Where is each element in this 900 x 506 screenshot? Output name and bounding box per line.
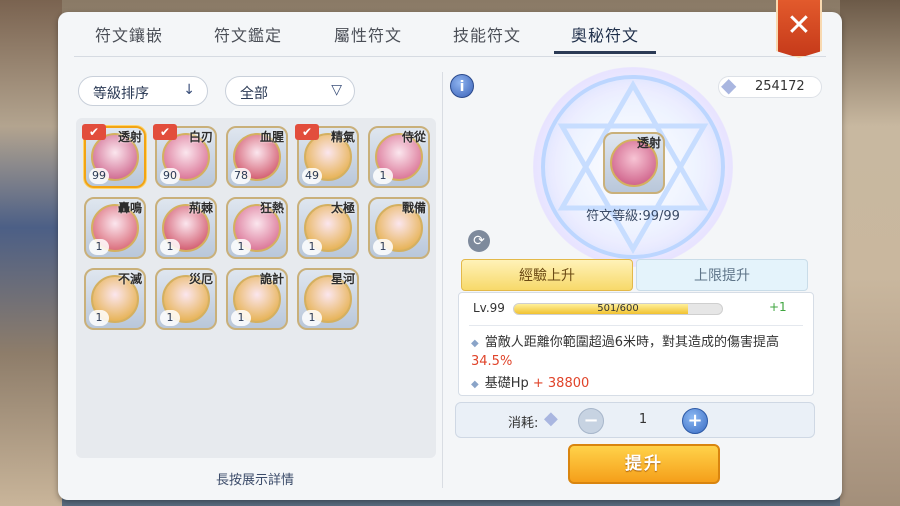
rune-name: 狂熱 <box>259 201 284 215</box>
background-scenery-left <box>0 0 62 506</box>
cost-label: 消耗: <box>508 416 539 431</box>
category-dropdown[interactable]: 全部 ▽ <box>225 76 355 106</box>
currency-display: ◆ 254172 <box>718 73 822 98</box>
rune-grid: 透射 99 ✔ 白刃 90 ✔ 血腥 78 精氣 49 ✔ 侍從 1 轟鳴 1 荊棘 1 狂熱 1 太極 1 戰備 1 不滅 1… <box>76 118 436 458</box>
effect-description: ◆ 當敵人距離你範圍超過6米時，對其造成的傷害提高 34.5% <box>471 334 807 371</box>
rune-slot[interactable]: 精氣 49 ✔ <box>295 124 359 188</box>
rune-detail-box: Lv.99 501/600 +1 ◆ 當敵人距離你範圍超過6米時，對其造成的傷害提… <box>458 292 814 396</box>
tab-cap-up[interactable]: 上限提升 <box>636 259 808 291</box>
sort-label: 等級排序 <box>93 86 149 102</box>
effect-value: 34.5% <box>471 354 513 369</box>
rune-slot[interactable]: 不滅 1 <box>84 268 146 330</box>
rune-slot[interactable]: 狂熱 1 <box>226 197 288 259</box>
rune-slot[interactable]: 詭計 1 <box>226 268 288 330</box>
arrow-down-icon: ↓ <box>183 82 195 98</box>
increase-button[interactable]: + <box>682 408 708 434</box>
rune-slot[interactable]: 荊棘 1 <box>155 197 217 259</box>
rune-level: 1 <box>373 168 393 184</box>
exp-progress-bar: 501/600 <box>513 303 723 315</box>
crystal-icon: ◆ <box>544 408 558 429</box>
close-button[interactable]: ✕ <box>776 0 822 58</box>
tab-attribute-rune[interactable]: 屬性符文 <box>313 22 423 50</box>
chevron-down-icon: ▽ <box>331 82 342 98</box>
hp-label: 基礎Hp <box>484 376 529 391</box>
rune-name: 災厄 <box>188 272 213 286</box>
rune-slot[interactable]: 透射 99 ✔ <box>82 124 146 188</box>
info-icon[interactable]: i <box>450 74 474 98</box>
rune-level: 78 <box>231 168 251 184</box>
hp-value: + 38800 <box>532 376 590 391</box>
rune-slot[interactable]: 轟鳴 1 <box>84 197 146 259</box>
exp-gain: +1 <box>769 300 787 314</box>
rune-name: 荊棘 <box>188 201 213 215</box>
rune-level: 1 <box>89 239 109 255</box>
tab-bar: 符文鑲嵌 符文鑑定 屬性符文 技能符文 奧秘符文 <box>58 12 842 56</box>
tab-exp-up[interactable]: 經驗上升 <box>461 259 633 291</box>
level-label: Lv.99 <box>473 301 505 315</box>
category-label: 全部 <box>240 86 268 102</box>
rune-level-text: 符文等級:99/99 <box>586 209 680 224</box>
rune-level: 1 <box>231 310 251 326</box>
tab-divider <box>74 56 826 57</box>
rune-slot[interactable]: 侍從 1 <box>368 126 430 188</box>
rune-slot[interactable]: 災厄 1 <box>155 268 217 330</box>
rune-list-pane: 等級排序 ↓ 全部 ▽ 透射 99 ✔ 白刃 90 ✔ 血腥 78 精氣 49 ✔ 侍從 1 轟鳴 1 荊棘 1… <box>70 68 440 492</box>
refresh-icon[interactable]: ⟳ <box>468 230 490 252</box>
rune-name: 戰備 <box>401 201 426 215</box>
rune-level: 1 <box>89 310 109 326</box>
effect-text: 當敵人距離你範圍超過6米時，對其造成的傷害提高 <box>484 335 779 350</box>
rune-name: 詭計 <box>259 272 284 286</box>
rune-name: 透射 <box>117 130 142 144</box>
equipped-check-icon: ✔ <box>153 124 177 140</box>
tab-mystic-rune[interactable]: 奧秘符文 <box>550 22 660 54</box>
rune-level: 1 <box>160 239 180 255</box>
decrease-button[interactable]: − <box>578 408 604 434</box>
rune-name: 侍從 <box>401 130 426 144</box>
rune-level: 1 <box>231 239 251 255</box>
bullet-diamond-icon: ◆ <box>471 379 479 390</box>
upgrade-button[interactable]: 提升 <box>568 444 720 484</box>
rune-level: 99 <box>89 168 109 184</box>
rune-name: 血腥 <box>259 130 284 144</box>
rune-slot[interactable]: 戰備 1 <box>368 197 430 259</box>
tab-skill-rune[interactable]: 技能符文 <box>432 22 542 50</box>
close-icon: ✕ <box>786 7 812 43</box>
rune-level: 1 <box>302 310 322 326</box>
rune-name: 星河 <box>330 272 355 286</box>
selected-rune-name: 透射 <box>636 136 661 150</box>
tab-rune-inlay[interactable]: 符文鑲嵌 <box>74 22 184 50</box>
pane-divider <box>442 72 443 488</box>
background-scenery-right <box>840 0 900 506</box>
rune-name: 不滅 <box>117 272 142 286</box>
rune-level: 1 <box>160 310 180 326</box>
long-press-hint: 長按展示詳情 <box>215 473 294 488</box>
rune-slot[interactable]: 太極 1 <box>297 197 359 259</box>
rune-slot[interactable]: 星河 1 <box>297 268 359 330</box>
quantity-value: 1 <box>638 412 648 427</box>
hp-bonus: ◆ 基礎Hp + 38800 <box>471 375 589 394</box>
rune-slot[interactable]: 白刃 90 ✔ <box>153 124 217 188</box>
rune-name: 精氣 <box>330 130 355 144</box>
equipped-check-icon: ✔ <box>295 124 319 140</box>
rune-level: 1 <box>302 239 322 255</box>
cost-selector: 消耗: ◆ − 1 + <box>455 402 815 438</box>
currency-amount: 254172 <box>755 79 805 94</box>
rune-level: 90 <box>160 168 180 184</box>
selected-rune-icon: 透射 <box>603 132 665 194</box>
equipped-check-icon: ✔ <box>82 124 106 140</box>
sort-dropdown[interactable]: 等級排序 ↓ <box>78 76 208 106</box>
rune-name: 太極 <box>330 201 355 215</box>
detail-separator <box>469 325 803 326</box>
rune-name: 白刃 <box>188 130 213 144</box>
rune-level: 49 <box>302 168 322 184</box>
rune-level: 1 <box>373 239 393 255</box>
rune-slot[interactable]: 血腥 78 <box>226 126 288 188</box>
bullet-diamond-icon: ◆ <box>471 338 479 349</box>
exp-text: 501/600 <box>597 303 639 314</box>
rune-panel: 符文鑲嵌 符文鑑定 屬性符文 技能符文 奧秘符文 ✕ 等級排序 ↓ 全部 ▽ 透… <box>58 0 842 500</box>
rune-name: 轟鳴 <box>117 201 142 215</box>
tab-rune-identify[interactable]: 符文鑑定 <box>193 22 303 50</box>
